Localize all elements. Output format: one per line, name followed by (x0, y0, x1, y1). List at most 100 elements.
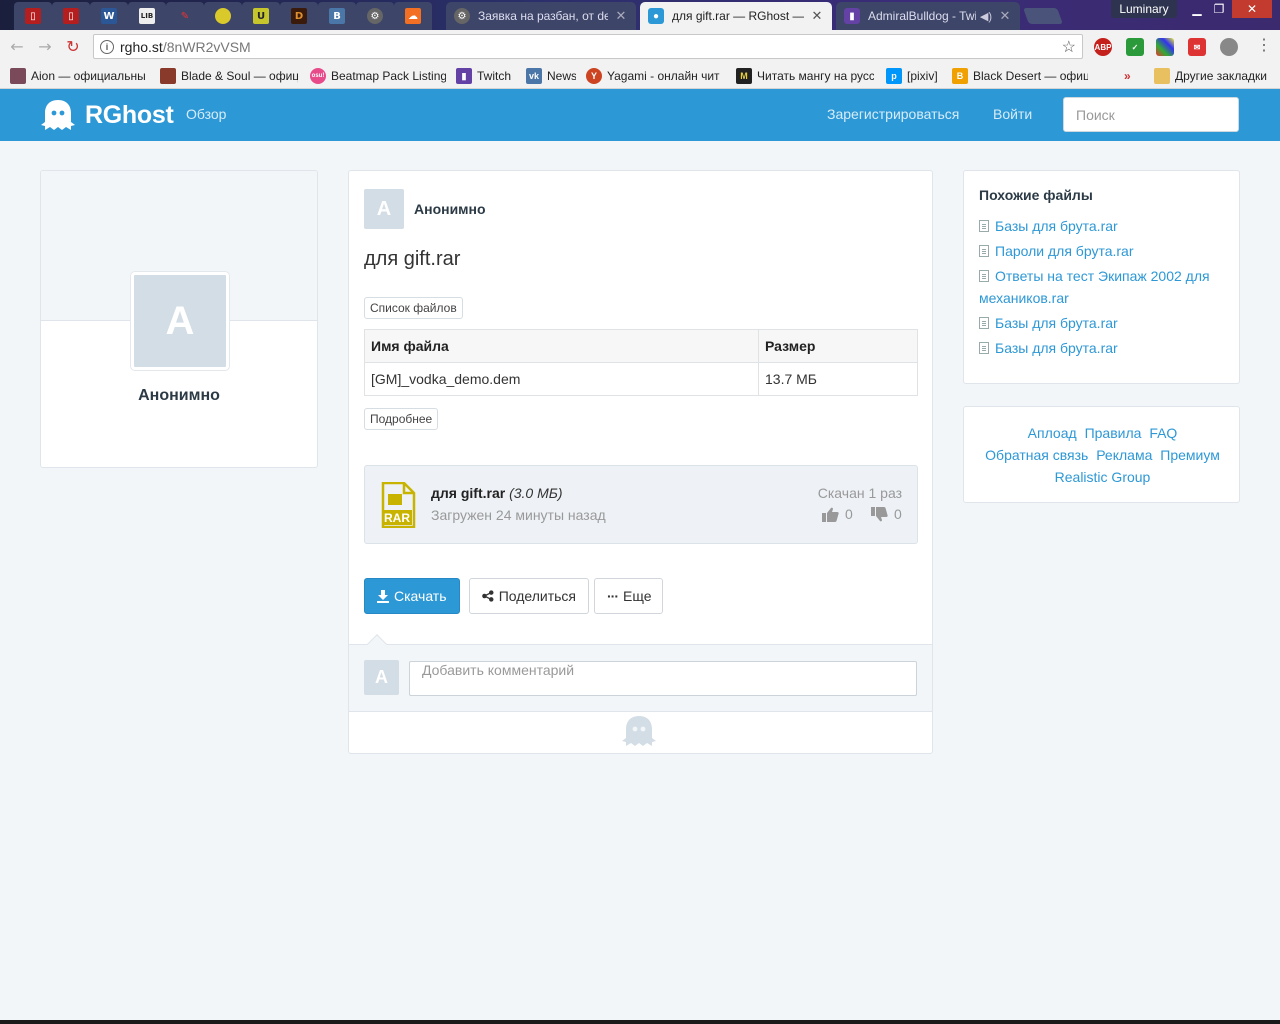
browser-tabstrip: ▯ ▯ W LIB ✎ U D B ⚙ ☁ ⚙ Заявка на разбан… (0, 0, 1280, 30)
colorful-extension-icon[interactable] (1156, 38, 1174, 56)
nav-overview[interactable]: Обзор (186, 106, 226, 122)
bookmark-bns[interactable]: Blade & Soul — офиц (160, 67, 298, 85)
pinned-tab[interactable]: ▯ (52, 2, 90, 30)
comment-input[interactable] (409, 661, 917, 696)
author-avatar[interactable]: A (364, 189, 404, 229)
bookmark-news[interactable]: vk News (526, 67, 576, 85)
link-rules[interactable]: Правила (1085, 425, 1142, 441)
minimize-icon[interactable]: ▁ (1186, 0, 1208, 18)
download-icon (377, 589, 389, 603)
comment-notch (367, 634, 387, 654)
pinned-tab[interactable]: W (90, 2, 128, 30)
bookmark-osu[interactable]: osu! Beatmap Pack Listing (310, 67, 446, 85)
link-feedback[interactable]: Обратная связь (985, 447, 1088, 463)
bookmark-label: Aion — официальны (31, 69, 146, 83)
bookmark-twitch[interactable]: ▮ Twitch (456, 67, 518, 85)
site-navbar: RGhost Обзор Зарегистрироваться Войти (0, 89, 1280, 141)
pinned-tab[interactable]: ▯ (14, 2, 52, 30)
list-item[interactable]: Пароли для брута.rar (979, 240, 1229, 262)
more-bookmarks-icon[interactable]: » (1124, 67, 1131, 85)
reload-icon[interactable]: ↻ (64, 37, 82, 56)
share-button[interactable]: Поделиться (469, 578, 589, 614)
ghost-logo-icon (41, 100, 75, 130)
like-button[interactable]: 0 (822, 506, 853, 522)
download-button[interactable]: Скачать (364, 578, 460, 614)
pinned-tab[interactable]: D (280, 2, 318, 30)
bookmark-pixiv[interactable]: p [pixiv] (886, 67, 942, 85)
link-premium[interactable]: Премиум (1160, 447, 1220, 463)
pinned-tab[interactable]: ✎ (166, 2, 204, 30)
soundcloud-icon: ☁ (405, 8, 421, 24)
list-item[interactable]: Базы для брута.rar (979, 215, 1229, 237)
file-list-button[interactable]: Список файлов (364, 297, 463, 319)
site-logo[interactable]: RGhost (40, 98, 174, 132)
bookmark-yagami[interactable]: Y Yagami - онлайн чит (586, 67, 724, 85)
table-row: [GM]_vodka_demo.dem 13.7 МБ (364, 362, 918, 396)
pinned-tab[interactable]: LIB (128, 2, 166, 30)
similar-file-link[interactable]: Ответы на тест Экипаж 2002 для механиков… (979, 268, 1210, 306)
close-icon[interactable]: ✕ (998, 8, 1012, 24)
close-icon[interactable]: ✕ (810, 8, 824, 24)
info-icon[interactable]: i (100, 39, 114, 54)
bookmark-other[interactable]: Другие закладки (1154, 67, 1267, 85)
close-window-icon[interactable]: ✕ (1232, 0, 1272, 18)
bookmark-manga[interactable]: M Читать мангу на русс (736, 67, 874, 85)
search-input[interactable] (1063, 97, 1239, 132)
bns-icon (160, 68, 176, 84)
link-faq[interactable]: FAQ (1149, 425, 1177, 441)
details-button[interactable]: Подробнее (364, 408, 439, 430)
url-host: rgho.st (120, 38, 163, 55)
user-panel: A Анонимно (40, 170, 318, 468)
new-tab-button[interactable] (1023, 8, 1063, 24)
tab-twitch[interactable]: ▮ AdmiralBulldog - Twit ◀) ✕ (836, 2, 1020, 30)
mail-icon[interactable]: ✉ (1188, 38, 1206, 56)
more-label: Еще (623, 588, 652, 604)
pinned-tab[interactable]: ⚙ (356, 2, 394, 30)
similar-file-link[interactable]: Базы для брута.rar (995, 340, 1118, 356)
back-icon[interactable]: ← (8, 37, 26, 56)
nav-register[interactable]: Зарегистрироваться (827, 106, 959, 122)
tab-rghost[interactable]: ● для gift.rar — RGhost — ✕ (640, 2, 832, 30)
pinned-tab[interactable] (204, 2, 242, 30)
rar-icon-label: RAR (384, 511, 410, 525)
ghostery-icon[interactable] (1220, 38, 1238, 56)
similar-file-link[interactable]: Базы для брута.rar (995, 315, 1118, 331)
menu-icon[interactable]: ⋮ (1256, 38, 1272, 56)
bookmark-aion[interactable]: Aion — официальны (10, 67, 150, 85)
list-item[interactable]: Ответы на тест Экипаж 2002 для механиков… (979, 265, 1229, 309)
close-icon[interactable]: ✕ (614, 8, 628, 24)
bookmark-label: Blade & Soul — офиц (181, 69, 298, 83)
similar-file-link[interactable]: Пароли для брута.rar (995, 243, 1134, 259)
link-realistic-group[interactable]: Realistic Group (1055, 469, 1151, 485)
aion-icon (10, 68, 26, 84)
similar-file-link[interactable]: Базы для брута.rar (995, 218, 1118, 234)
pinned-tab[interactable]: U (242, 2, 280, 30)
more-button[interactable]: ··· Еще (594, 578, 663, 614)
bookmark-bdo[interactable]: B Black Desert — офиц (952, 67, 1088, 85)
list-item[interactable]: Базы для брута.rar (979, 337, 1229, 359)
avatar[interactable]: A (131, 272, 229, 370)
nav-login[interactable]: Войти (993, 106, 1032, 122)
word-icon: W (101, 8, 117, 24)
list-item[interactable]: Базы для брута.rar (979, 312, 1229, 334)
lemon-icon (215, 8, 231, 24)
star-icon[interactable]: ☆ (1062, 37, 1076, 57)
pinned-tab[interactable]: ☁ (394, 2, 432, 30)
pinned-tab[interactable]: B (318, 2, 356, 30)
document-icon (979, 245, 989, 257)
manga-icon: M (736, 68, 752, 84)
adblock-icon[interactable]: ABP (1094, 38, 1112, 56)
profile-button[interactable]: Luminary (1111, 0, 1177, 18)
shield-check-icon[interactable]: ✓ (1126, 38, 1144, 56)
restore-icon[interactable]: ❐ (1208, 0, 1230, 18)
vk-icon: B (329, 8, 345, 24)
author-name[interactable]: Анонимно (414, 201, 486, 217)
link-ads[interactable]: Реклама (1096, 447, 1152, 463)
link-upload[interactable]: Аплоад (1028, 425, 1077, 441)
forward-icon[interactable]: → (36, 37, 54, 56)
address-bar[interactable]: i rgho.st/8nWR2vVSM ☆ (93, 34, 1083, 59)
tab-title: AdmiralBulldog - Twit (868, 9, 976, 23)
dislike-button[interactable]: 0 (871, 506, 902, 522)
document-icon (979, 317, 989, 329)
tab-razban[interactable]: ⚙ Заявка на разбан, от der ✕ (446, 2, 636, 30)
